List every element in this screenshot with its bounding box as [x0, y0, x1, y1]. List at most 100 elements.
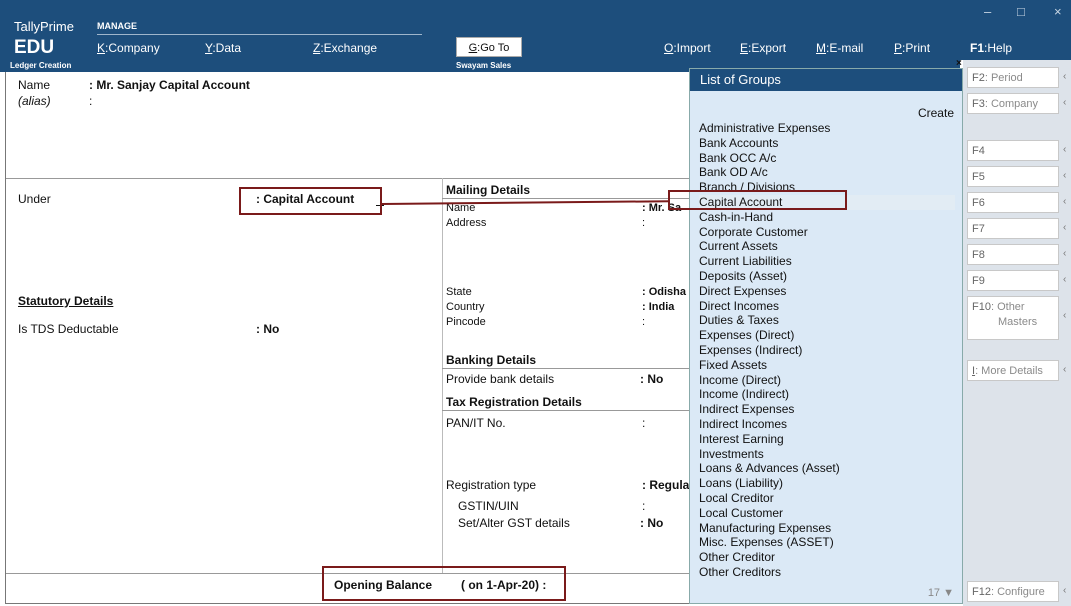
group-list-item[interactable]: Local Customer: [699, 506, 955, 521]
bank-details-input[interactable]: : No: [640, 372, 663, 386]
banking-title: Banking Details: [446, 353, 537, 367]
expand-arrow-icon[interactable]: ‹: [1063, 248, 1066, 259]
group-list-item[interactable]: Expenses (Indirect): [699, 343, 955, 358]
fkey-i-button[interactable]: I: More Details: [967, 360, 1059, 381]
group-list-item[interactable]: Local Creditor: [699, 491, 955, 506]
fkey-f2-button[interactable]: F2: Period: [967, 67, 1059, 88]
group-list-item[interactable]: Bank OD A/c: [699, 165, 955, 180]
group-list-item[interactable]: Expenses (Direct): [699, 328, 955, 343]
group-list-item[interactable]: Other Creditor: [699, 550, 955, 565]
group-list-item[interactable]: Current Liabilities: [699, 254, 955, 269]
group-list-item[interactable]: Indirect Incomes: [699, 417, 955, 432]
tax-underline: [442, 410, 692, 411]
menu-help[interactable]: F1:Help: [970, 41, 1012, 55]
expand-arrow-icon[interactable]: ‹: [1063, 274, 1066, 285]
group-list-item[interactable]: Misc. Expenses (ASSET): [699, 535, 955, 550]
fkey-f3-button[interactable]: F3: Company: [967, 93, 1059, 114]
under-highlight-box: [239, 187, 382, 215]
menu-company[interactable]: K:Company: [97, 41, 160, 55]
close-icon[interactable]: ×: [1054, 4, 1062, 19]
expand-arrow-icon[interactable]: ‹: [1063, 585, 1066, 596]
tds-input[interactable]: : No: [256, 322, 279, 336]
group-list-item[interactable]: Manufacturing Expenses: [699, 521, 955, 536]
expand-arrow-icon[interactable]: ‹: [1063, 170, 1066, 181]
group-list-item[interactable]: Direct Incomes: [699, 299, 955, 314]
app-edition: EDU: [14, 37, 55, 58]
group-list-item[interactable]: Cash-in-Hand: [699, 210, 955, 225]
app-brand: TallyPrime: [14, 19, 74, 34]
group-scroll-indicator[interactable]: 17 ▼: [928, 587, 954, 599]
alias-input[interactable]: :: [89, 94, 92, 108]
statutory-title: Statutory Details: [18, 294, 114, 308]
group-list-item[interactable]: Loans (Liability): [699, 476, 955, 491]
group-list-item[interactable]: Duties & Taxes: [699, 313, 955, 328]
group-list-item[interactable]: Bank Accounts: [699, 136, 955, 151]
fkey-f12-button[interactable]: F12: Configure: [967, 581, 1059, 602]
menu-email[interactable]: M:E-mail: [816, 41, 863, 55]
name-input[interactable]: : Mr. Sanjay Capital Account: [89, 78, 250, 92]
company-name: Swayam Sales: [456, 61, 512, 70]
screen-title: Ledger Creation: [10, 61, 72, 70]
menu-data[interactable]: Y:Data: [205, 41, 241, 55]
fkey-f6-button[interactable]: F6: [967, 192, 1059, 213]
group-list-item[interactable]: Deposits (Asset): [699, 269, 955, 284]
country-input[interactable]: : India: [642, 301, 674, 313]
group-list-item[interactable]: Other Creditors: [699, 565, 955, 580]
group-list-item[interactable]: Interest Earning: [699, 432, 955, 447]
top-divider: [97, 34, 422, 35]
state-input[interactable]: : Odisha: [642, 286, 686, 298]
address-input[interactable]: :: [642, 217, 645, 229]
create-group-link[interactable]: Create: [918, 106, 954, 120]
fkey-f10-button[interactable]: F10: Other Masters: [967, 296, 1059, 340]
pan-label: PAN/IT No.: [446, 416, 506, 430]
group-list-item[interactable]: Direct Expenses: [699, 284, 955, 299]
menu-exchange[interactable]: Z:Exchange: [313, 41, 377, 55]
maximize-icon[interactable]: □: [1017, 4, 1025, 19]
menu-print[interactable]: P:Print: [894, 41, 930, 55]
fkey-f4-button[interactable]: F4: [967, 140, 1059, 161]
group-list-item[interactable]: Corporate Customer: [699, 225, 955, 240]
gstin-input[interactable]: :: [642, 499, 645, 513]
expand-arrow-icon[interactable]: ‹: [1063, 310, 1066, 321]
setalter-input[interactable]: : No: [640, 516, 663, 530]
under-label: Under: [18, 192, 51, 206]
mailing-underline: [442, 198, 692, 199]
regtype-input[interactable]: : Regula: [642, 478, 689, 492]
group-list-item[interactable]: Loans & Advances (Asset): [699, 461, 955, 476]
pan-input[interactable]: :: [642, 416, 645, 430]
group-list-item[interactable]: Investments: [699, 447, 955, 462]
pincode-input[interactable]: :: [642, 316, 645, 328]
state-label: State: [446, 286, 472, 298]
capital-highlight-box: [668, 190, 847, 210]
expand-arrow-icon[interactable]: ‹: [1063, 364, 1066, 375]
expand-arrow-icon[interactable]: ‹: [1063, 97, 1066, 108]
tax-title: Tax Registration Details: [446, 395, 582, 409]
close-panel-icon[interactable]: ×: [956, 58, 962, 69]
fkey-f7-button[interactable]: F7: [967, 218, 1059, 239]
menu-import[interactable]: O:Import: [664, 41, 711, 55]
fkey-f5-button[interactable]: F5: [967, 166, 1059, 187]
fkey-f9-button[interactable]: F9: [967, 270, 1059, 291]
group-list-item[interactable]: Bank OCC A/c: [699, 151, 955, 166]
group-list-item[interactable]: Administrative Expenses: [699, 121, 955, 136]
minimize-icon[interactable]: –: [984, 4, 991, 19]
group-list-item[interactable]: Fixed Assets: [699, 358, 955, 373]
groups-title: List of Groups: [690, 69, 962, 91]
fkey-f8-button[interactable]: F8: [967, 244, 1059, 265]
address-label: Address: [446, 217, 487, 229]
group-list-item[interactable]: Income (Indirect): [699, 387, 955, 402]
expand-arrow-icon[interactable]: ‹: [1063, 144, 1066, 155]
pincode-label: Pincode: [446, 316, 486, 328]
top-bar: TallyPrime EDU MANAGE K:Company Y:Data Z…: [0, 0, 1071, 60]
group-list-item[interactable]: Current Assets: [699, 239, 955, 254]
goto-button[interactable]: G:Go To: [456, 37, 522, 57]
group-list-item[interactable]: Indirect Expenses: [699, 402, 955, 417]
menu-export[interactable]: E:Export: [740, 41, 786, 55]
opening-highlight-box: [322, 566, 566, 601]
expand-arrow-icon[interactable]: ‹: [1063, 222, 1066, 233]
list-of-groups-panel: List of Groups Create Administrative Exp…: [689, 68, 963, 604]
manage-label: MANAGE: [97, 21, 137, 31]
expand-arrow-icon[interactable]: ‹: [1063, 71, 1066, 82]
expand-arrow-icon[interactable]: ‹: [1063, 196, 1066, 207]
group-list-item[interactable]: Income (Direct): [699, 373, 955, 388]
